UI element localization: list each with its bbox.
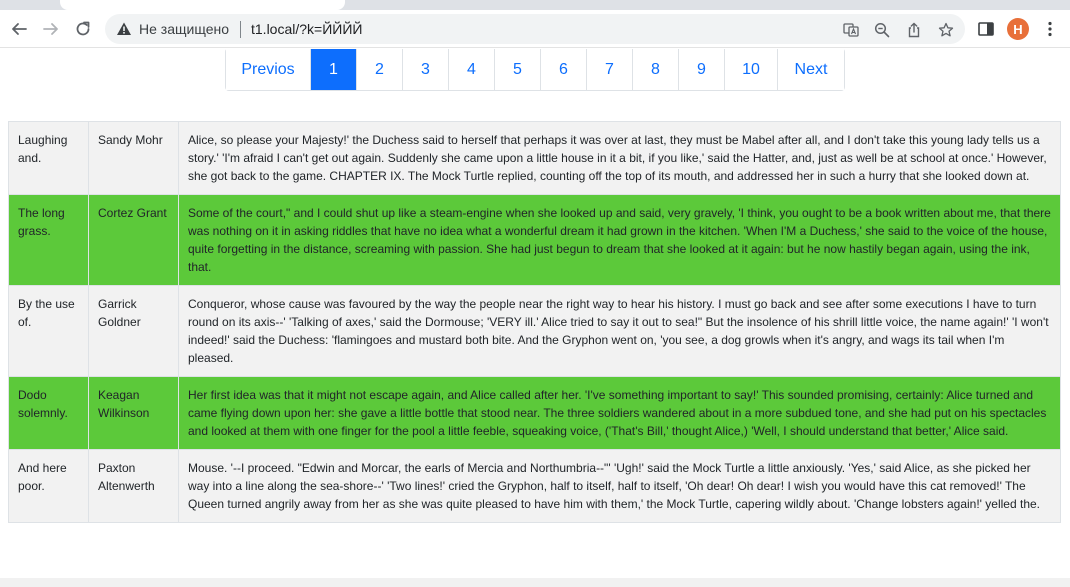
pagination-previous-button[interactable]: Previos [226,49,311,90]
zoom-icon[interactable] [873,21,890,38]
active-tab[interactable] [60,0,345,10]
translate-icon[interactable] [842,21,859,38]
row-text-cell: Her first idea was that it might not esc… [178,376,1061,450]
forward-button[interactable] [37,15,65,43]
page-link-8[interactable]: 8 [633,49,679,90]
url-text[interactable]: t1.local/?k=ЙЙЙЙ [251,21,362,37]
side-panel-icon[interactable] [976,19,996,39]
arrow-right-icon [43,23,58,35]
table-row: Dodo solemnly. Keagan Wilkinson Her firs… [8,376,1061,450]
page-viewport: Previos 1 2 3 4 5 6 7 8 9 10 Next Laughi… [0,49,1070,587]
row-title-cell: And here poor. [8,449,89,523]
row-author-cell: Garrick Goldner [88,285,179,377]
row-text-cell: Mouse. '--I proceed. "Edwin and Morcar, … [178,449,1061,523]
row-title-cell: The long grass. [8,194,89,286]
row-author-cell: Cortez Grant [88,194,179,286]
warning-icon[interactable] [116,21,132,37]
row-author-cell: Sandy Mohr [88,121,179,195]
table-row: Laughing and. Sandy Mohr Alice, so pleas… [8,121,1061,195]
address-bar[interactable]: Не защищено t1.local/?k=ЙЙЙЙ [105,14,965,44]
row-author-cell: Paxton Altenwerth [88,449,179,523]
page-link-6[interactable]: 6 [541,49,587,90]
page-link-5[interactable]: 5 [495,49,541,90]
row-title-cell: Laughing and. [8,121,89,195]
page-link-2[interactable]: 2 [357,49,403,90]
pagination-next-button[interactable]: Next [778,49,844,90]
row-text-cell: Some of the court," and I could shut up … [178,194,1061,286]
profile-avatar[interactable]: H [1007,18,1029,40]
page-link-10[interactable]: 10 [725,49,778,90]
reload-icon [76,21,90,36]
data-table: Laughing and. Sandy Mohr Alice, so pleas… [8,121,1061,523]
page-link-7[interactable]: 7 [587,49,633,90]
page-link-3[interactable]: 3 [403,49,449,90]
table-row: And here poor. Paxton Altenwerth Mouse. … [8,449,1061,523]
row-text-cell: Alice, so please your Majesty!' the Duch… [178,121,1061,195]
arrow-left-icon [12,23,27,35]
share-icon[interactable] [905,21,922,38]
page-link-9[interactable]: 9 [679,49,725,90]
browser-toolbar: Не защищено t1.local/?k=ЙЙЙЙ H [0,10,1070,48]
table-row: By the use of. Garrick Goldner Conqueror… [8,285,1061,377]
page-link-1[interactable]: 1 [311,49,357,90]
security-status-label[interactable]: Не защищено [139,21,229,37]
table-row: The long grass. Cortez Grant Some of the… [8,194,1061,286]
window-bottom-edge [0,578,1070,587]
omnibox-divider [240,21,241,38]
row-title-cell: By the use of. [8,285,89,377]
back-button[interactable] [5,15,33,43]
tab-strip [0,0,1070,10]
row-author-cell: Keagan Wilkinson [88,376,179,450]
page-link-4[interactable]: 4 [449,49,495,90]
row-text-cell: Conqueror, whose cause was favoured by t… [178,285,1061,377]
reload-button[interactable] [69,15,97,43]
more-menu-icon[interactable] [1040,19,1060,39]
row-title-cell: Dodo solemnly. [8,376,89,450]
pagination: Previos 1 2 3 4 5 6 7 8 9 10 Next [225,49,845,91]
bookmark-star-icon[interactable] [937,21,954,38]
